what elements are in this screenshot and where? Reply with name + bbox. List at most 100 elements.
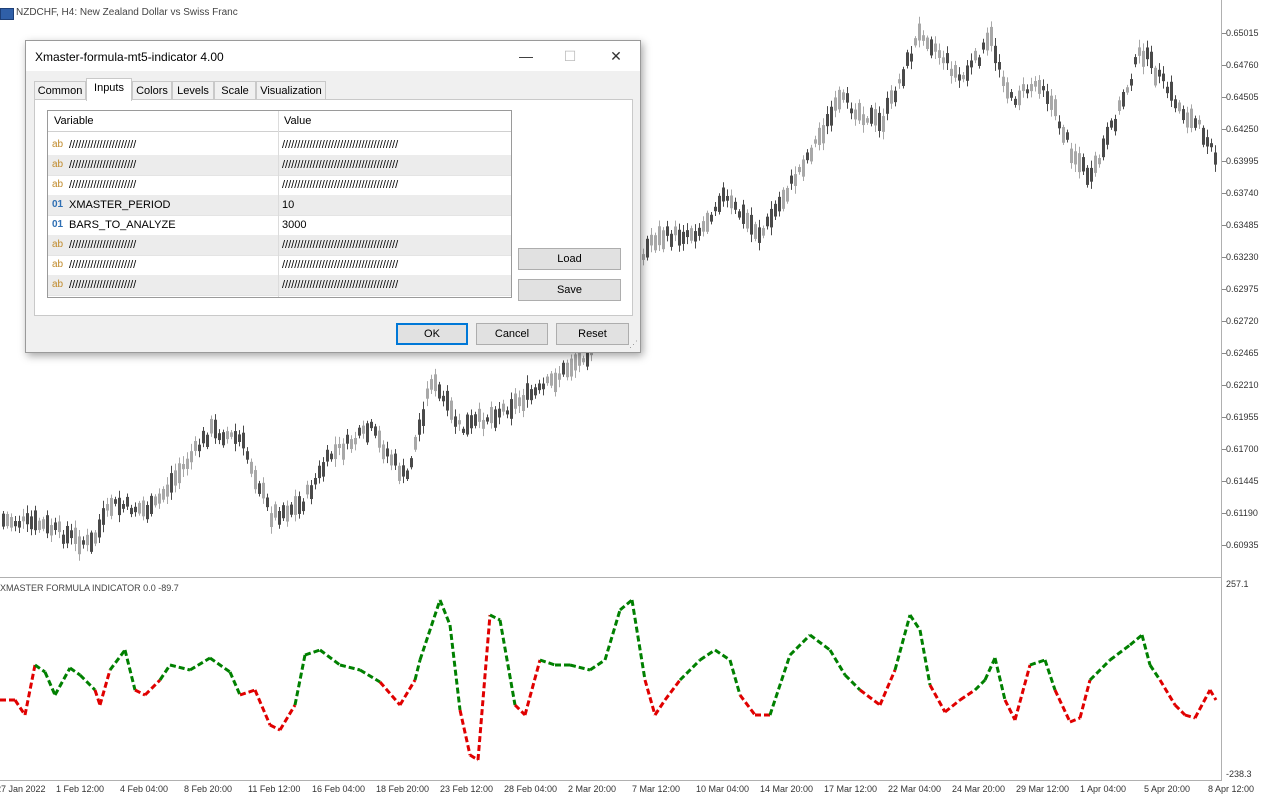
tab-inputs[interactable]: Inputs	[86, 78, 132, 101]
tab-colors[interactable]: Colors	[132, 81, 172, 100]
candle-body	[86, 534, 89, 546]
oscillator-segment	[663, 679, 682, 701]
candle-body	[246, 451, 249, 460]
candle-body	[498, 408, 501, 418]
table-row[interactable]: ab ////////////////////// //////////////…	[48, 175, 511, 196]
candle-body	[66, 525, 69, 544]
variable-value[interactable]: //////////////////////////////////////	[282, 255, 398, 275]
candle-body	[974, 50, 977, 61]
candle-body	[442, 395, 445, 402]
candle-body	[494, 409, 497, 428]
value-column-header[interactable]: Value	[284, 111, 311, 131]
oscillator-segment	[1109, 643, 1131, 662]
candle-body	[702, 221, 705, 232]
table-header: Variable Value	[48, 111, 511, 132]
candle-body	[654, 235, 657, 251]
candle-body	[570, 358, 573, 377]
minimize-button[interactable]: —	[504, 41, 548, 71]
candle-body	[786, 187, 789, 202]
price-label: 0.62720	[1226, 316, 1259, 326]
tab-visualization[interactable]: Visualization	[256, 81, 326, 100]
candle-body	[754, 224, 757, 239]
candle-body	[1190, 108, 1193, 128]
time-label: 23 Feb 12:00	[440, 784, 494, 794]
table-row[interactable]: ab ////////////////////// //////////////…	[48, 275, 511, 296]
oscillator-segment	[319, 648, 341, 667]
candle-body	[994, 45, 997, 64]
candle-body	[1090, 167, 1093, 182]
oscillator-segment	[1140, 634, 1152, 666]
close-button[interactable]: ✕	[594, 41, 638, 71]
candle-body	[34, 510, 37, 531]
table-row[interactable]: ab ////////////////////// //////////////…	[48, 135, 511, 156]
variable-value[interactable]: //////////////////////////////////////	[282, 175, 398, 195]
oscillator-segment	[928, 684, 947, 713]
candle-body	[906, 52, 909, 66]
candle-body	[1030, 84, 1033, 92]
load-button[interactable]: Load	[518, 248, 621, 270]
candle-body	[458, 420, 461, 425]
oscillator-segment	[973, 678, 987, 692]
price-label: 0.63740	[1226, 188, 1259, 198]
candle-body	[106, 504, 109, 511]
table-row[interactable]: 01 XMASTER_PERIOD 10	[48, 195, 511, 216]
variable-value[interactable]: //////////////////////////////////////	[282, 155, 398, 175]
numeric-type-icon: 01	[52, 219, 64, 230]
column-divider[interactable]	[278, 111, 279, 297]
variable-name: BARS_TO_ANALYZE	[69, 219, 176, 231]
candle-body	[538, 383, 541, 391]
candle-body	[902, 69, 905, 87]
variable-value[interactable]: 10	[282, 195, 294, 215]
price-label: 0.60935	[1226, 540, 1259, 550]
candle-body	[446, 390, 449, 411]
candle-body	[130, 507, 133, 515]
candle-body	[90, 532, 93, 552]
candle-body	[982, 42, 985, 50]
oscillator-segment	[134, 688, 146, 697]
variable-column-header[interactable]: Variable	[54, 111, 94, 131]
candle-body	[274, 504, 277, 518]
tab-common[interactable]: Common	[34, 81, 86, 100]
candle-body	[930, 39, 933, 56]
oscillator-segment	[489, 613, 501, 622]
oscillator-segment	[908, 614, 922, 631]
candle-body	[1014, 98, 1017, 105]
candle-body	[134, 506, 137, 513]
variable-value[interactable]: 3000	[282, 215, 306, 235]
variable-value[interactable]: //////////////////////////////////////	[282, 275, 398, 295]
save-button[interactable]: Save	[518, 279, 621, 301]
oscillator-segment	[993, 657, 1007, 701]
tab-levels[interactable]: Levels	[172, 81, 214, 100]
reset-button[interactable]: Reset	[556, 323, 629, 345]
table-row[interactable]: ab ////////////////////// //////////////…	[48, 155, 511, 176]
candle-body	[46, 515, 49, 534]
cancel-button[interactable]: Cancel	[476, 323, 548, 345]
candle-body	[1050, 95, 1053, 110]
candle-body	[1094, 155, 1097, 173]
candle-body	[378, 430, 381, 448]
candle-body	[522, 395, 525, 412]
dialog-title-bar[interactable]: Xmaster-formula-mt5-indicator 4.00 — ☐ ✕	[26, 41, 640, 71]
candle-body	[386, 448, 389, 457]
tab-scale[interactable]: Scale	[214, 81, 256, 100]
oscillator-segment	[293, 654, 307, 706]
table-row[interactable]: ab ////////////////////// //////////////…	[48, 235, 511, 256]
ok-button[interactable]: OK	[396, 323, 468, 345]
variable-value[interactable]: //////////////////////////////////////	[282, 135, 398, 155]
candle-body	[278, 510, 281, 525]
variable-value[interactable]: //////////////////////////////////////	[282, 235, 398, 255]
candle-body	[258, 483, 261, 494]
candle-body	[310, 485, 313, 500]
table-row[interactable]: 01 BARS_TO_ANALYZE 3000	[48, 215, 511, 236]
candle-body	[1102, 138, 1105, 158]
table-row[interactable]: ab ////////////////////// //////////////…	[48, 255, 511, 276]
indicator-properties-dialog: Xmaster-formula-mt5-indicator 4.00 — ☐ ✕…	[25, 40, 641, 353]
inputs-panel: Variable Value ab //////////////////////…	[34, 99, 633, 316]
price-label: 0.63485	[1226, 220, 1259, 230]
candle-body	[166, 484, 169, 497]
candle-body	[914, 38, 917, 46]
resize-grip-icon[interactable]: ⋰	[629, 339, 638, 350]
candle-body	[486, 417, 489, 422]
inputs-table: Variable Value ab //////////////////////…	[47, 110, 512, 298]
maximize-button[interactable]: ☐	[548, 41, 592, 71]
